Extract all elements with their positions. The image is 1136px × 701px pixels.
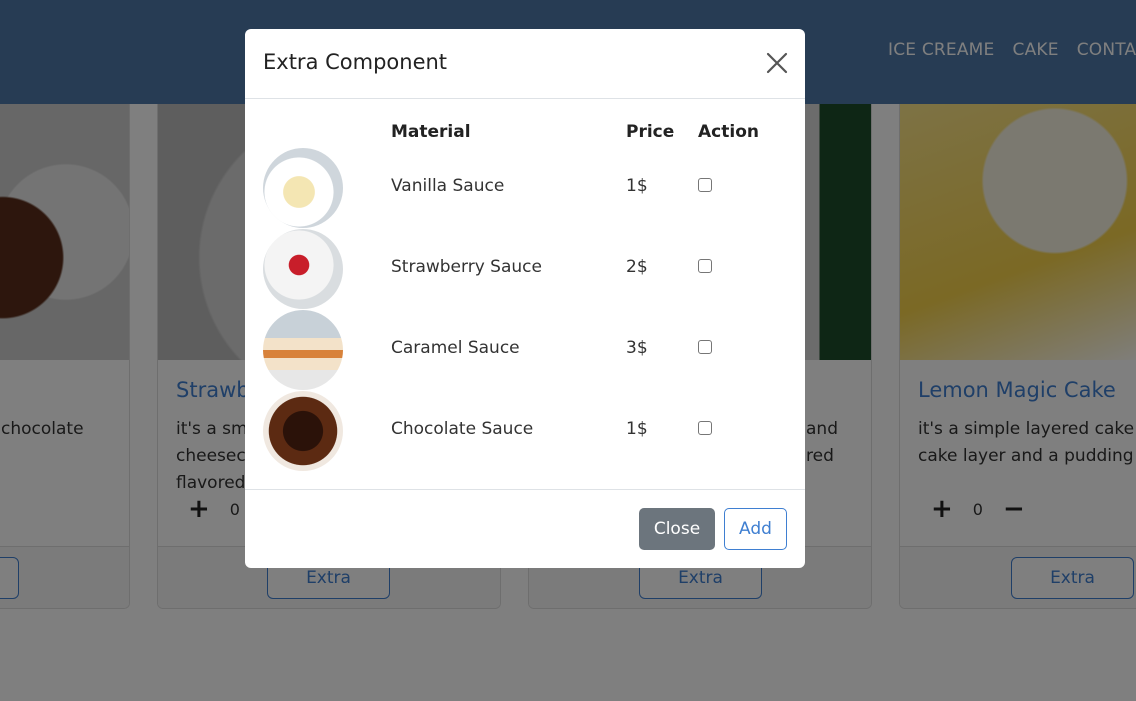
material-price: 1$ <box>626 176 648 196</box>
modal-footer: Close Add <box>245 489 805 568</box>
header-price: Price <box>626 122 675 142</box>
select-checkbox[interactable] <box>698 178 712 192</box>
header-action: Action <box>698 122 759 142</box>
material-name: Vanilla Sauce <box>391 176 505 196</box>
select-checkbox[interactable] <box>698 340 712 354</box>
material-name: Chocolate Sauce <box>391 419 534 439</box>
table-row: Caramel Sauce 3$ <box>245 310 805 391</box>
material-name: Caramel Sauce <box>391 338 520 358</box>
material-price: 3$ <box>626 338 648 358</box>
modal-body: Material Price Action Vanilla Sauce 1$ S… <box>245 99 805 489</box>
material-price: 2$ <box>626 257 648 277</box>
chocolate-sauce-image <box>263 391 343 471</box>
table-row: Chocolate Sauce 1$ <box>245 391 805 472</box>
modal-header: Extra Component <box>245 29 805 99</box>
add-button[interactable]: Add <box>724 508 787 550</box>
close-button[interactable]: Close <box>639 508 715 550</box>
material-name: Strawberry Sauce <box>391 257 542 277</box>
table-row: Strawberry Sauce 2$ <box>245 229 805 310</box>
caramel-sauce-image <box>263 310 343 390</box>
header-material: Material <box>391 122 471 142</box>
select-checkbox[interactable] <box>698 259 712 273</box>
extra-component-modal: Extra Component Material Price Action Va… <box>245 29 805 568</box>
close-icon[interactable] <box>763 49 791 77</box>
vanilla-sauce-image <box>263 148 343 228</box>
modal-title: Extra Component <box>263 50 448 74</box>
material-price: 1$ <box>626 419 648 439</box>
select-checkbox[interactable] <box>698 421 712 435</box>
strawberry-sauce-image <box>263 229 343 309</box>
table-row: Vanilla Sauce 1$ <box>245 148 805 229</box>
